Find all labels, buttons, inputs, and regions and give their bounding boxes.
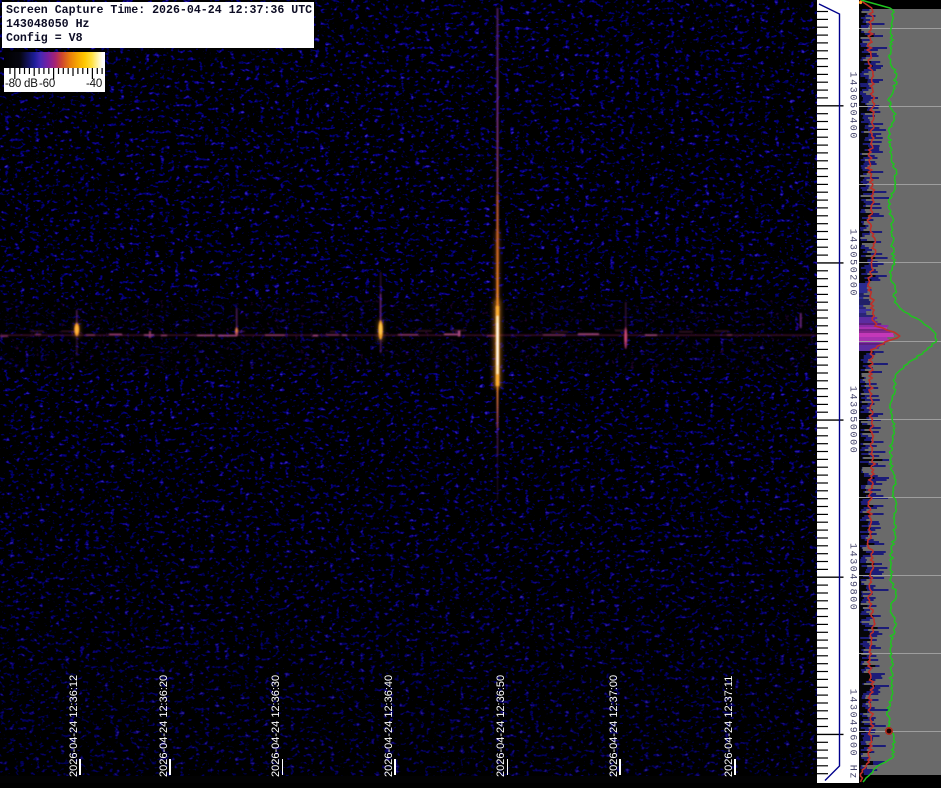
svg-text:143049600 Hz: 143049600 Hz xyxy=(847,689,858,780)
svg-text:143049800: 143049800 xyxy=(847,543,858,611)
svg-text:143050000: 143050000 xyxy=(847,386,858,454)
svg-text:143050400: 143050400 xyxy=(847,72,858,140)
svg-text:143050200: 143050200 xyxy=(847,229,858,297)
